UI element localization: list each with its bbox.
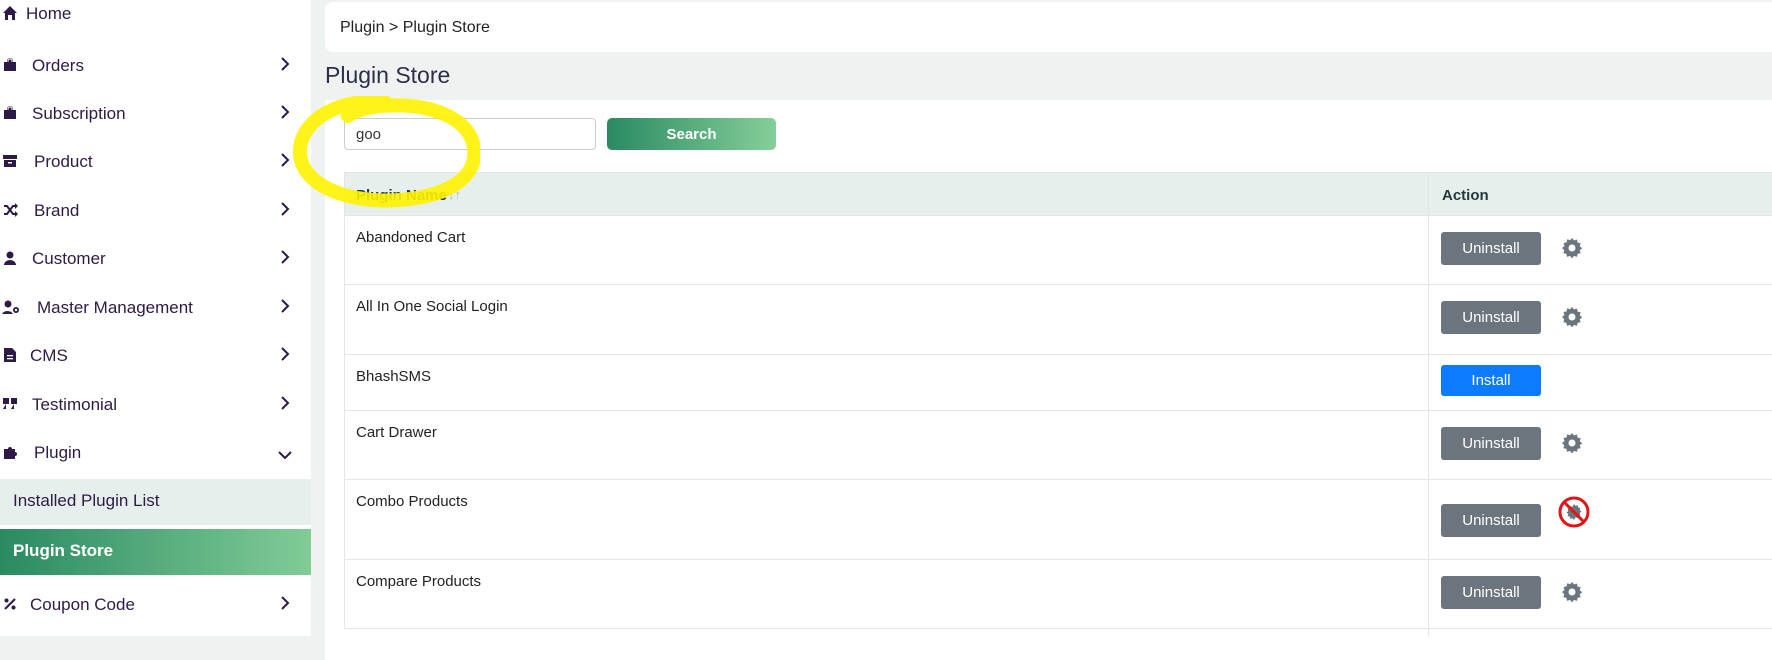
uninstall-button[interactable]: Uninstall	[1441, 576, 1541, 609]
puzzle-icon	[2, 444, 18, 460]
sidebar: Home Orders Subscription Product Brand C	[0, 0, 311, 636]
chevron-right-icon	[281, 596, 290, 610]
sidebar-item-home[interactable]: Home	[0, 0, 311, 36]
sidebar-item-label: Testimonial	[32, 395, 118, 414]
column-header-plugin-name[interactable]: Plugin Name	[356, 187, 447, 204]
sidebar-item-label: Orders	[32, 56, 84, 75]
search-input[interactable]	[344, 118, 596, 150]
quote-icon	[2, 396, 18, 412]
table-row: Abandoned Cart Uninstall	[344, 216, 1772, 285]
sidebar-item-label: Customer	[32, 249, 106, 268]
document-icon	[2, 347, 18, 363]
chevron-right-icon	[281, 202, 290, 216]
sidebar-item-subscription[interactable]: Subscription	[0, 92, 311, 136]
gear-icon[interactable]	[1560, 580, 1584, 604]
sidebar-item-label: Home	[26, 4, 72, 23]
sidebar-item-label: Product	[34, 152, 93, 171]
plugin-name-cell: All In One Social Login	[356, 298, 508, 315]
gear-icon[interactable]	[1560, 305, 1584, 329]
sidebar-item-label: Subscription	[32, 104, 126, 123]
uninstall-button[interactable]: Uninstall	[1441, 301, 1541, 334]
plugin-name-cell: Abandoned Cart	[356, 229, 466, 246]
chevron-down-icon	[278, 451, 292, 460]
sidebar-subitem-plugin-store[interactable]: Plugin Store	[0, 529, 311, 575]
no-settings-icon[interactable]	[1557, 495, 1591, 529]
plugin-name-cell: Cart Drawer	[356, 424, 437, 441]
gear-icon[interactable]	[1560, 236, 1584, 260]
column-divider	[1428, 172, 1429, 636]
plugin-name-cell: BhashSMS	[356, 368, 432, 385]
user-icon	[2, 250, 18, 266]
sidebar-item-label: Coupon Code	[30, 595, 135, 614]
uninstall-button[interactable]: Uninstall	[1441, 232, 1541, 265]
plugin-name-cell: Compare Products	[356, 573, 482, 590]
table-header: Plugin Name ↓↑ Action	[344, 172, 1772, 216]
sidebar-item-label: Master Management	[37, 298, 193, 317]
chevron-right-icon	[281, 105, 290, 119]
bag-icon	[2, 57, 18, 73]
breadcrumb: Plugin > Plugin Store	[325, 2, 1772, 52]
sidebar-item-label: CMS	[30, 346, 68, 365]
sidebar-item-customer[interactable]: Customer	[0, 237, 311, 281]
percent-icon	[2, 596, 18, 612]
column-header-action: Action	[1442, 187, 1489, 204]
sidebar-item-master-management[interactable]: Master Management	[0, 286, 311, 330]
sidebar-item-plugin[interactable]: Plugin	[0, 431, 311, 475]
sidebar-item-product[interactable]: Product	[0, 140, 311, 184]
page-title: Plugin Store	[325, 62, 451, 88]
chevron-right-icon	[281, 396, 290, 410]
breadcrumb-text[interactable]: Plugin > Plugin Store	[340, 19, 490, 37]
sidebar-subitem-label: Installed Plugin List	[13, 491, 160, 510]
shuffle-icon	[2, 202, 18, 218]
sort-arrows-icon[interactable]: ↓↑	[448, 187, 461, 202]
sidebar-item-orders[interactable]: Orders	[0, 44, 311, 88]
table-row: Compare Products Uninstall	[344, 560, 1772, 629]
plugin-name-cell: Combo Products	[356, 493, 468, 510]
sidebar-item-label: Brand	[34, 201, 80, 220]
table-row: BhashSMS Install	[344, 355, 1772, 411]
table-row: All In One Social Login Uninstall	[344, 285, 1772, 355]
search-button[interactable]: Search	[607, 118, 776, 150]
gear-icon[interactable]	[1560, 431, 1584, 455]
table-row: Combo Products Uninstall	[344, 480, 1772, 560]
sidebar-subitem-label: Plugin Store	[13, 541, 114, 560]
sidebar-item-testimonial[interactable]: Testimonial	[0, 383, 311, 427]
user-gear-icon	[2, 299, 20, 315]
sidebar-item-brand[interactable]: Brand	[0, 189, 311, 233]
sidebar-item-coupon-code[interactable]: Coupon Code	[0, 583, 311, 627]
bag-icon	[2, 105, 18, 121]
box-icon	[2, 153, 18, 169]
chevron-right-icon	[281, 347, 290, 361]
sidebar-item-cms[interactable]: CMS	[0, 334, 311, 378]
install-button[interactable]: Install	[1441, 365, 1541, 396]
sidebar-subitem-installed-plugin-list[interactable]: Installed Plugin List	[0, 479, 311, 525]
uninstall-button[interactable]: Uninstall	[1441, 427, 1541, 460]
home-icon	[2, 5, 18, 21]
uninstall-button[interactable]: Uninstall	[1441, 504, 1541, 537]
sidebar-item-label: Plugin	[34, 443, 82, 462]
table-row: Cart Drawer Uninstall	[344, 411, 1772, 480]
chevron-right-icon	[281, 250, 290, 264]
chevron-right-icon	[281, 299, 290, 313]
chevron-right-icon	[281, 57, 290, 71]
chevron-right-icon	[281, 153, 290, 167]
